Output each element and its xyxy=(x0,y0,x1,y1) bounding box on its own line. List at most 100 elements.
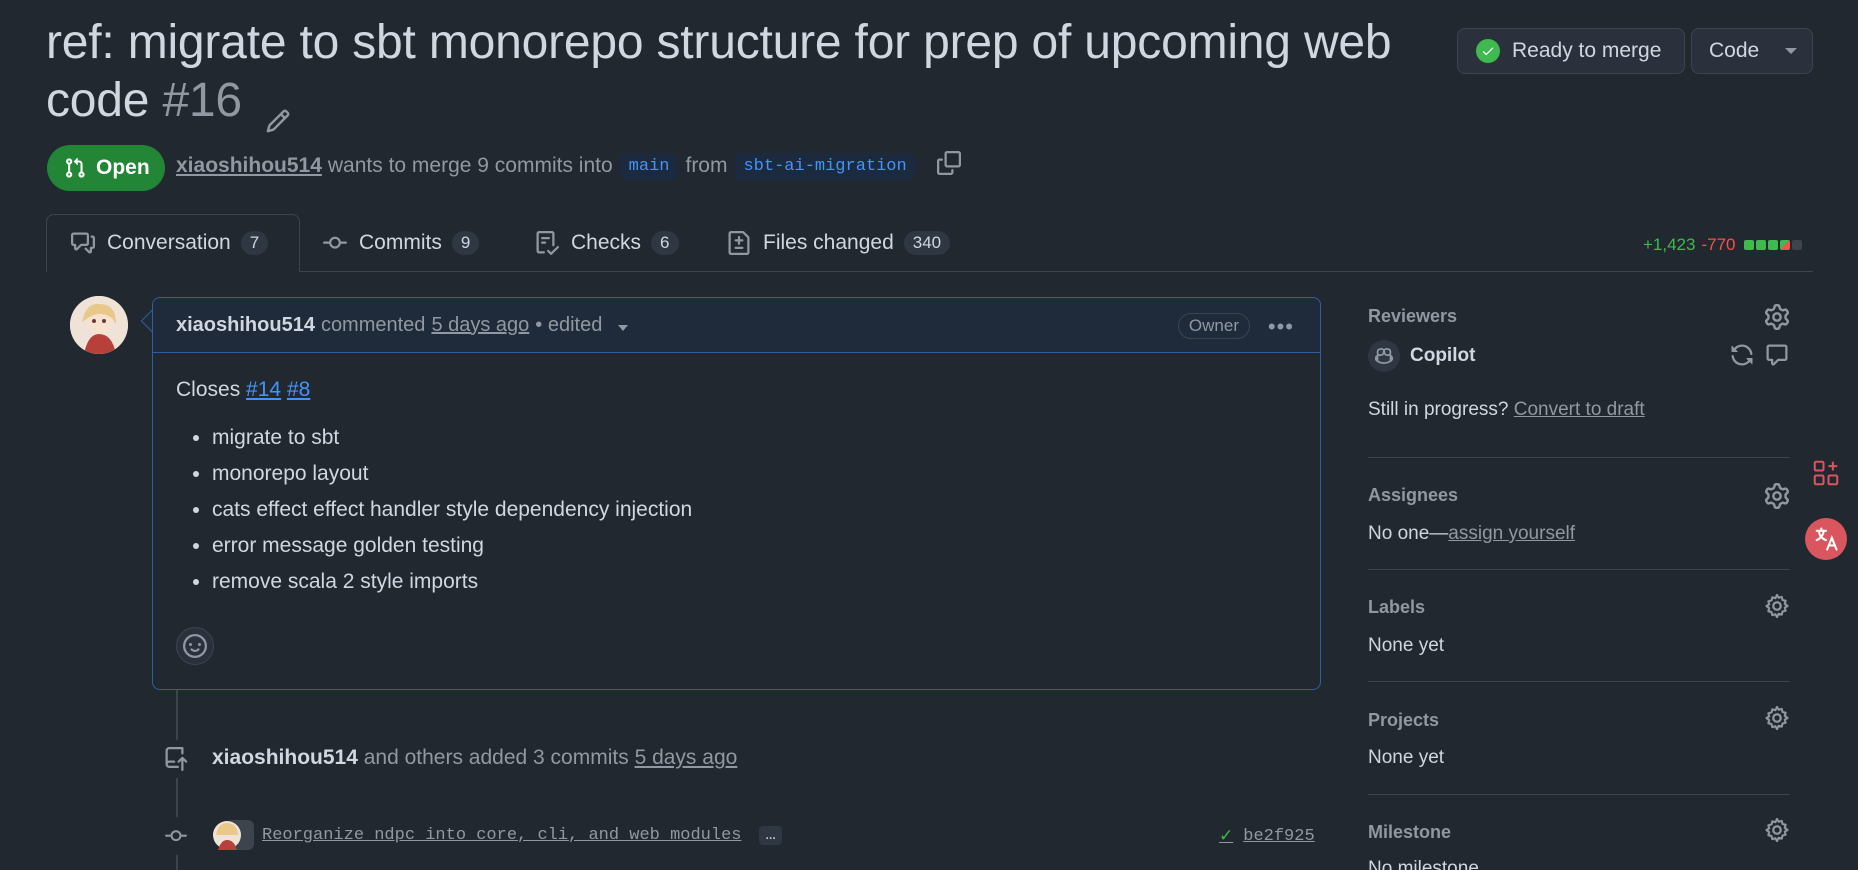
comment-box: xiaoshihou514 commented 5 days ago • edi… xyxy=(152,297,1321,690)
list-item: migrate to sbt xyxy=(212,420,692,456)
author-link[interactable]: xiaoshihou514 xyxy=(176,154,322,178)
commit-expand-button[interactable]: … xyxy=(759,825,782,845)
status-badge: Open xyxy=(47,145,165,191)
assignees-title[interactable]: Assignees xyxy=(1368,485,1458,506)
diffstat: +1,423 -770 xyxy=(1643,235,1804,255)
from-text: from xyxy=(685,154,728,177)
closes-label: Closes xyxy=(176,378,241,401)
reviewer-name[interactable]: Copilot xyxy=(1410,345,1475,367)
list-item: remove scala 2 style imports xyxy=(212,564,692,600)
pull-request-icon xyxy=(66,157,85,178)
projects-value: None yet xyxy=(1368,747,1445,768)
commit-sha: ✓ be2f925 xyxy=(1219,826,1315,846)
tab-checks[interactable]: Checks 6 xyxy=(535,214,679,272)
comment-discussion-icon xyxy=(71,232,95,254)
git-commit-icon xyxy=(323,236,347,249)
gear-icon[interactable] xyxy=(1764,817,1790,843)
diffstat-block xyxy=(1791,240,1802,250)
additions-count: +1,423 xyxy=(1643,235,1696,254)
tab-files-changed-count: 340 xyxy=(903,231,951,255)
gear-icon[interactable] xyxy=(1764,304,1790,330)
merge-info: xiaoshihou514 wants to merge 9 commits i… xyxy=(176,151,961,181)
tab-conversation[interactable]: Conversation 7 xyxy=(46,214,300,272)
code-label: Code xyxy=(1709,39,1760,62)
tab-checks-count: 6 xyxy=(651,231,679,255)
kebab-horizontal-icon[interactable]: ••• xyxy=(1268,314,1294,340)
owner-badge: Owner xyxy=(1177,313,1250,339)
tab-conversation-label: Conversation xyxy=(107,231,231,254)
edited-label: • edited xyxy=(535,313,603,336)
tab-conversation-count: 7 xyxy=(240,231,269,255)
comment-body: Closes #14 #8 migrate to sbt monorepo la… xyxy=(176,378,692,600)
assignees-prefix: No one— xyxy=(1368,523,1449,544)
pr-number: #16 xyxy=(162,74,242,127)
smiley-icon xyxy=(183,634,207,658)
copilot-icon xyxy=(1368,340,1400,372)
diffstat-block xyxy=(1743,240,1754,250)
convert-to-draft-link[interactable]: Convert to draft xyxy=(1514,399,1645,420)
projects-title[interactable]: Projects xyxy=(1368,710,1439,731)
comment-time[interactable]: 5 days ago xyxy=(431,314,529,337)
reviewer-row: Copilot xyxy=(1368,340,1475,372)
still-in-progress-text: Still in progress? xyxy=(1368,399,1509,420)
gear-icon[interactable] xyxy=(1764,483,1790,509)
tab-checks-label: Checks xyxy=(571,231,642,254)
tab-commits-count: 9 xyxy=(451,231,480,255)
sidebar-divider xyxy=(1368,794,1790,795)
check-circle-icon xyxy=(1476,39,1500,63)
pr-title-text: ref: migrate to sbt monorepo structure f… xyxy=(46,16,1392,127)
tab-files-changed-label: Files changed xyxy=(763,231,894,254)
labels-title[interactable]: Labels xyxy=(1368,597,1425,618)
milestone-title[interactable]: Milestone xyxy=(1368,822,1451,843)
ready-to-merge-label: Ready to merge xyxy=(1512,39,1662,62)
tab-commits-label: Commits xyxy=(359,231,442,254)
timeline-author[interactable]: xiaoshihou514 xyxy=(212,746,358,769)
issue-link[interactable]: #8 xyxy=(287,378,310,401)
translate-icon[interactable] xyxy=(1805,518,1847,560)
gear-icon[interactable] xyxy=(1764,593,1790,619)
commit-row: Reorganize ndpc into core, cli, and web … xyxy=(212,820,782,850)
diffstat-block xyxy=(1779,240,1790,250)
sidebar-divider xyxy=(1368,457,1790,458)
status-label: Open xyxy=(96,156,150,179)
issue-link[interactable]: #14 xyxy=(246,378,281,401)
ai-sparkle-icon[interactable] xyxy=(1805,452,1847,494)
assign-yourself-link[interactable]: assign yourself xyxy=(1448,523,1575,544)
tab-files-changed[interactable]: Files changed 340 xyxy=(727,214,951,272)
ready-to-merge-button[interactable]: Ready to merge xyxy=(1457,28,1685,74)
timeline-text: and others added 3 commits xyxy=(363,746,629,769)
avatar-stack[interactable] xyxy=(212,820,254,850)
comment-icon[interactable] xyxy=(1765,343,1789,372)
list-item: cats effect effect handler style depende… xyxy=(212,492,692,528)
timeline-event: xiaoshihou514 and others added 3 commits… xyxy=(212,746,737,770)
avatar[interactable] xyxy=(70,296,128,354)
list-item: error message golden testing xyxy=(212,528,692,564)
milestone-value: No milestone xyxy=(1368,858,1479,870)
checklist-icon xyxy=(536,231,559,255)
pencil-icon[interactable] xyxy=(265,90,291,133)
copy-icon[interactable] xyxy=(936,151,961,181)
assignees-value: No one—assign yourself xyxy=(1368,523,1575,545)
commit-sha-link[interactable]: be2f925 xyxy=(1243,827,1314,846)
comment-header: xiaoshihou514 commented 5 days ago • edi… xyxy=(153,298,1320,353)
commit-message[interactable]: Reorganize ndpc into core, cli, and web … xyxy=(262,826,741,845)
timeline-time[interactable]: 5 days ago xyxy=(635,746,738,769)
reviewers-title[interactable]: Reviewers xyxy=(1368,306,1457,327)
git-commit-icon xyxy=(157,817,195,855)
base-branch[interactable]: main xyxy=(620,152,678,180)
sidebar-divider xyxy=(1368,681,1790,682)
caret-down-icon xyxy=(1785,48,1798,54)
code-button[interactable]: Code xyxy=(1691,28,1813,74)
check-icon: ✓ xyxy=(1219,826,1234,846)
add-reaction-button[interactable] xyxy=(176,627,214,665)
sidebar-divider xyxy=(1368,569,1790,570)
gear-icon[interactable] xyxy=(1764,705,1790,731)
merge-text: wants to merge 9 commits into xyxy=(327,154,613,177)
head-branch[interactable]: sbt-ai-migration xyxy=(735,152,915,180)
edited-menu[interactable]: • edited xyxy=(535,314,628,337)
tab-commits[interactable]: Commits 9 xyxy=(323,214,480,272)
comment-author[interactable]: xiaoshihou514 xyxy=(176,314,315,337)
sync-icon[interactable] xyxy=(1730,343,1754,372)
repo-push-icon xyxy=(157,740,195,778)
deletions-count: -770 xyxy=(1701,235,1736,254)
